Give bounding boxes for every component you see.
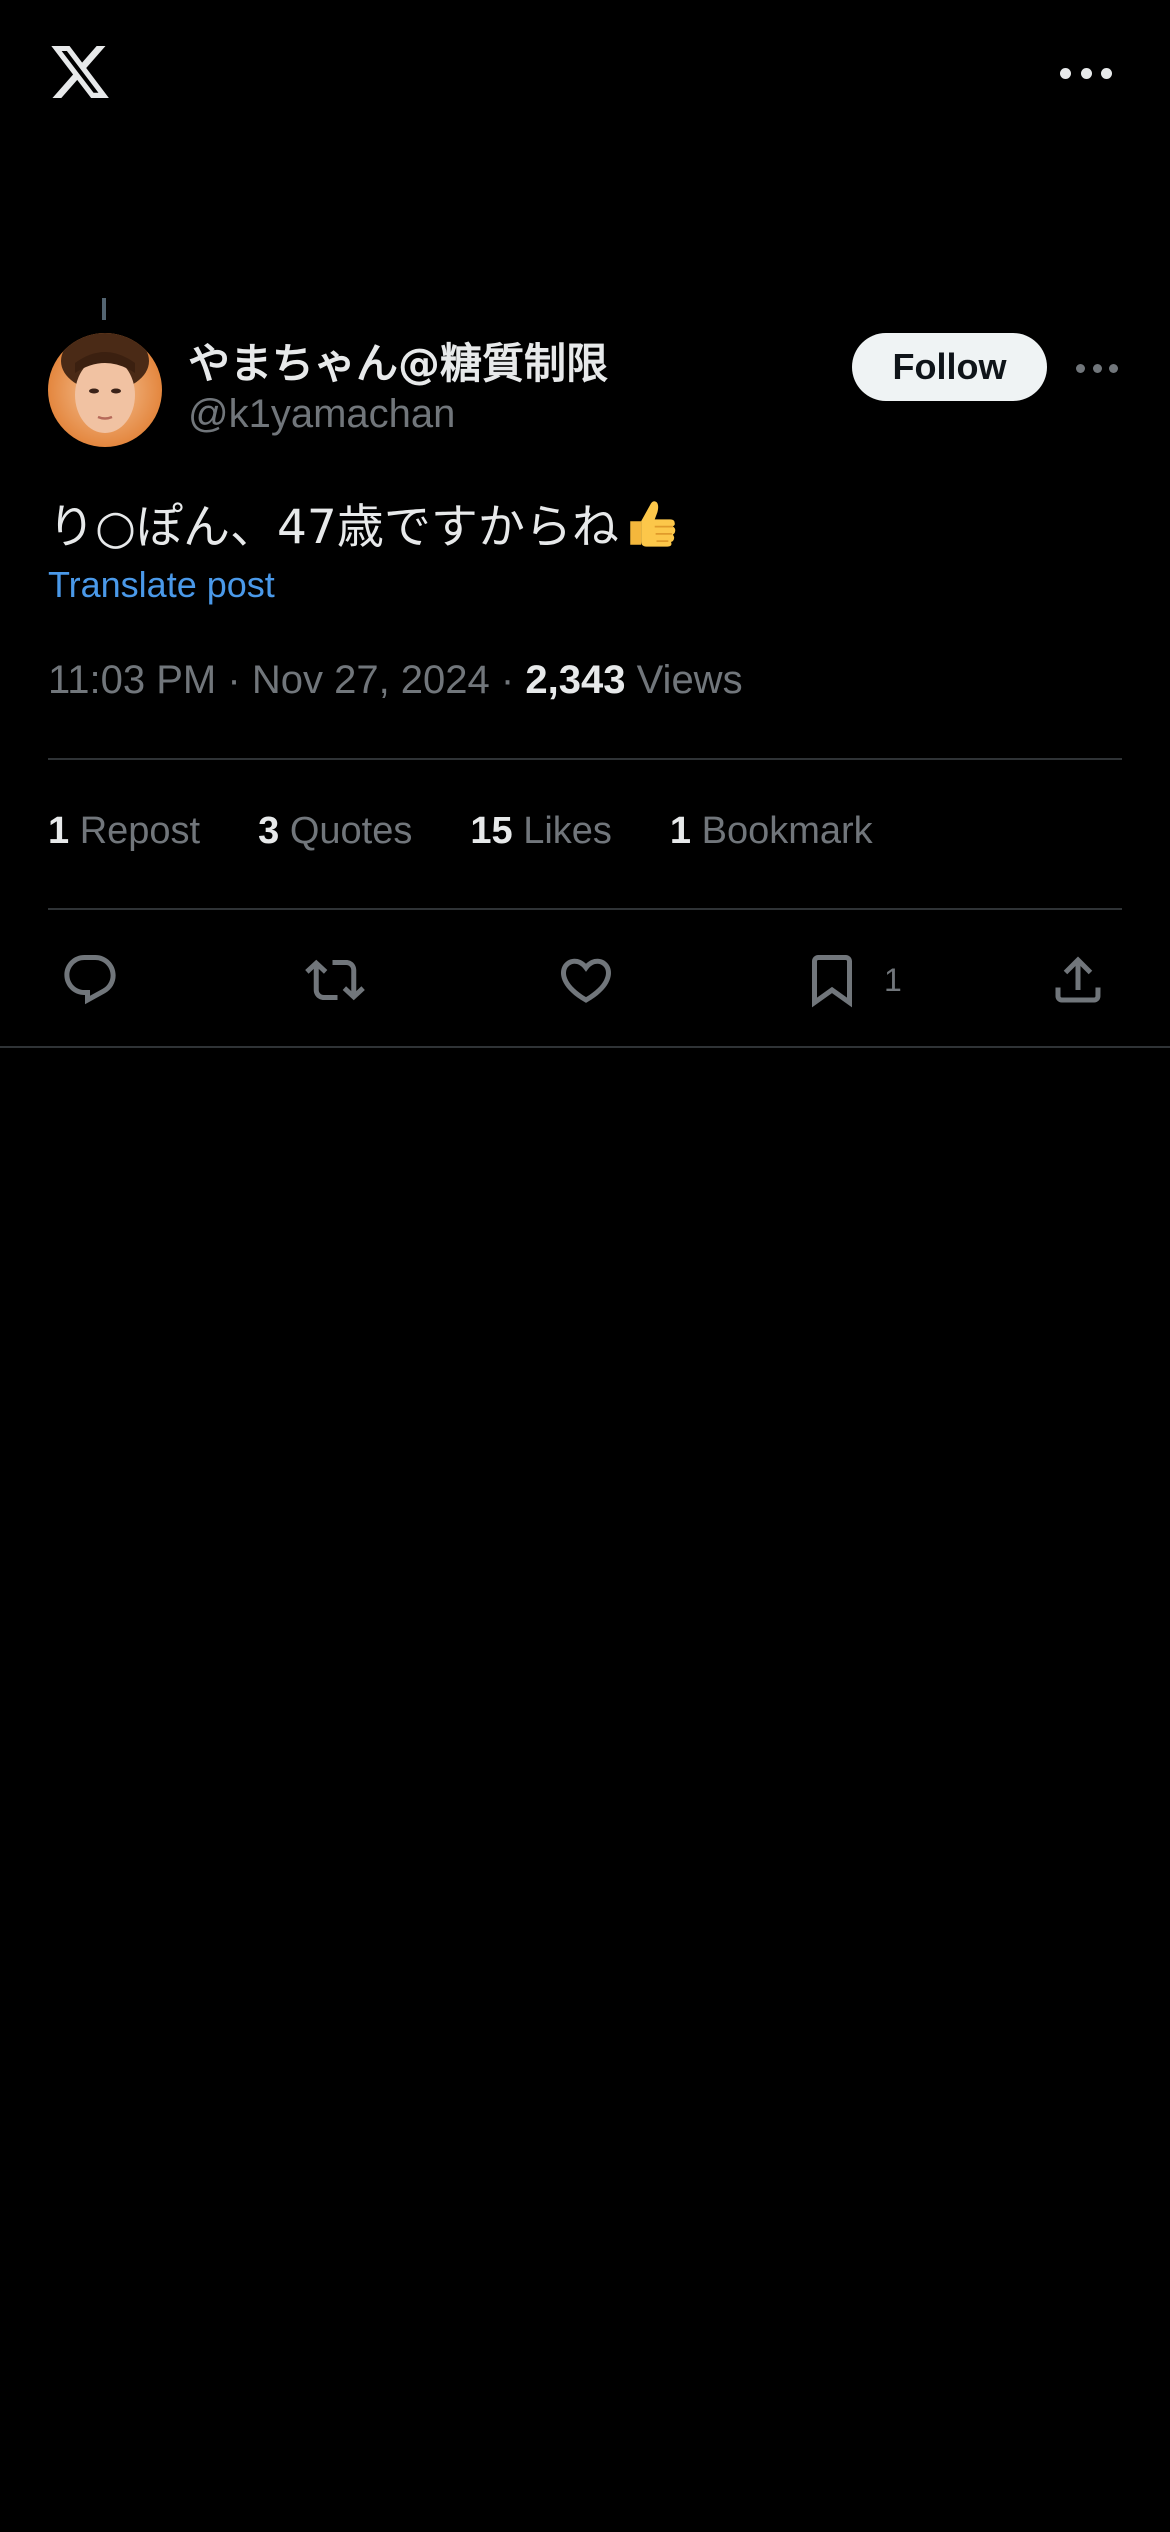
translate-post-link[interactable]: Translate post <box>48 564 275 606</box>
meta-separator: · <box>500 658 515 702</box>
repost-icon <box>305 959 365 1001</box>
tweet-text-content: り○ぽん、47歳ですからね <box>48 500 619 555</box>
bookmarks-label: Bookmark <box>701 810 873 852</box>
quotes-count: 3 <box>258 810 280 852</box>
top-bar <box>0 0 1170 150</box>
likes-stat[interactable]: 15 Likes <box>470 810 612 853</box>
thread-connector-line <box>102 298 106 320</box>
like-button[interactable] <box>556 940 616 1020</box>
views-label: Views <box>636 658 743 702</box>
tweet-more-icon[interactable] <box>1076 362 1118 374</box>
divider <box>48 908 1122 910</box>
more-horizontal-icon[interactable] <box>1060 62 1112 84</box>
repost-button[interactable] <box>305 940 365 1020</box>
meta-separator: · <box>227 658 241 702</box>
reply-button[interactable] <box>60 940 120 1020</box>
share-button[interactable] <box>1048 940 1108 1020</box>
tweet-time[interactable]: 11:03 PM <box>48 658 216 702</box>
divider <box>48 758 1122 760</box>
share-icon <box>1055 956 1101 1003</box>
likes-count: 15 <box>470 810 513 852</box>
divider <box>0 1046 1170 1048</box>
action-bar: 1 <box>0 940 1170 1020</box>
quotes-label: Quotes <box>289 810 413 852</box>
reposts-stat[interactable]: 1 Repost <box>48 810 200 853</box>
bookmarks-stat[interactable]: 1 Bookmark <box>670 810 873 853</box>
heart-icon <box>560 958 612 1003</box>
bookmark-icon <box>812 955 852 1008</box>
tweet-meta: 11:03 PM · Nov 27, 2024 · 2,343 Views <box>48 658 743 703</box>
reposts-label: Repost <box>79 810 201 852</box>
x-logo-icon[interactable] <box>46 40 114 104</box>
engagement-stats: 1 Repost 3 Quotes 15 Likes 1 Bookmark <box>48 810 931 853</box>
quotes-stat[interactable]: 3 Quotes <box>258 810 412 853</box>
follow-button[interactable]: Follow <box>852 333 1047 401</box>
avatar[interactable] <box>48 333 162 447</box>
thumbs-up-emoji-icon <box>630 500 676 547</box>
user-handle[interactable]: @k1yamachan <box>188 392 455 437</box>
bookmarks-count: 1 <box>669 810 692 852</box>
bookmark-button[interactable]: 1 <box>802 940 902 1020</box>
tweet-date[interactable]: Nov 27, 2024 <box>252 658 490 702</box>
likes-label: Likes <box>523 810 612 852</box>
bookmark-count: 1 <box>884 961 902 998</box>
tweet-text: り○ぽん、47歳ですからね <box>48 488 681 557</box>
display-name[interactable]: やまちゃん@糖質制限 <box>188 330 608 391</box>
reposts-count: 1 <box>48 810 70 852</box>
reply-icon <box>64 955 116 1005</box>
views-count: 2,343 <box>525 658 626 702</box>
